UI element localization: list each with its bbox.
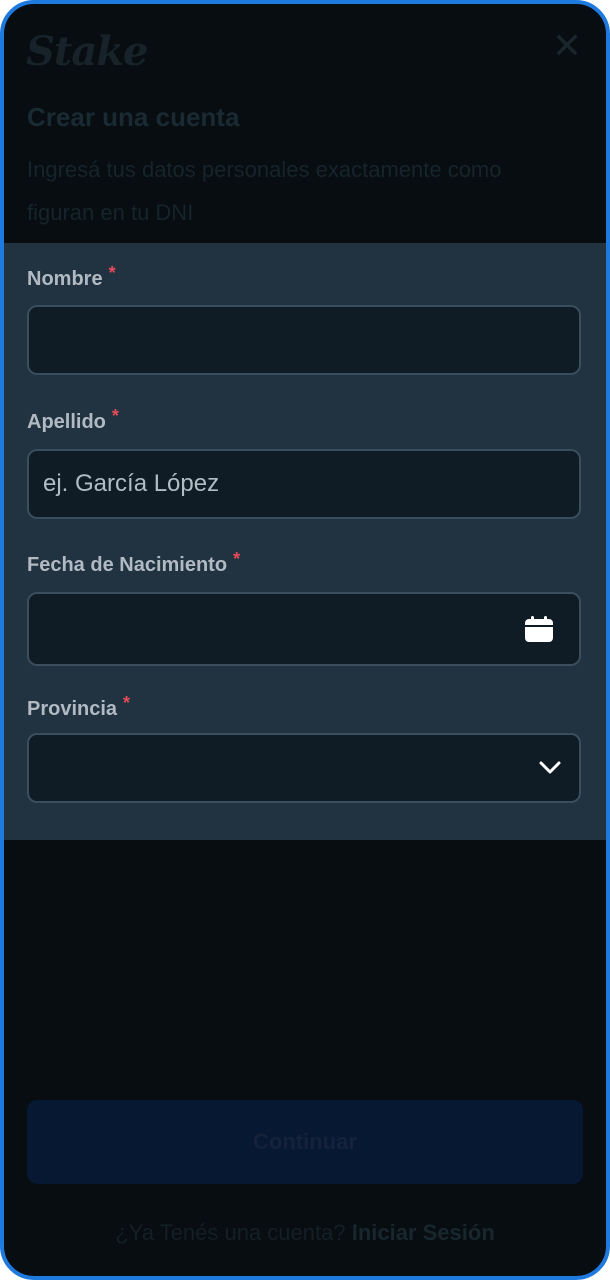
login-link[interactable]: Iniciar Sesión xyxy=(352,1220,495,1245)
login-prompt-text: ¿Ya Tenés una cuenta? xyxy=(115,1220,346,1245)
stake-logo: Stake xyxy=(26,28,148,75)
required-mark: * xyxy=(123,693,131,713)
calendar-icon[interactable] xyxy=(525,616,553,642)
provincia-select[interactable] xyxy=(27,733,581,803)
fecha-nacimiento-input[interactable] xyxy=(27,592,581,666)
nombre-input[interactable] xyxy=(27,305,581,375)
field-label-nombre: Nombre * xyxy=(27,263,116,291)
label-text-nombre: Nombre xyxy=(27,268,103,290)
field-label-provincia: Provincia * xyxy=(27,693,130,721)
app-frame: Stake ✕ Crear una cuenta Ingresá tus dat… xyxy=(0,0,610,1280)
chevron-down-icon[interactable] xyxy=(539,761,561,775)
close-icon[interactable]: ✕ xyxy=(552,26,582,66)
required-mark: * xyxy=(233,549,241,569)
login-prompt: ¿Ya Tenés una cuenta? Iniciar Sesión xyxy=(4,1220,606,1246)
apellido-input[interactable]: ej. García López xyxy=(27,449,581,519)
required-mark: * xyxy=(108,263,116,283)
continue-button[interactable]: Continuar xyxy=(27,1100,583,1184)
apellido-placeholder: ej. García López xyxy=(43,470,220,497)
label-text-fecha: Fecha de Nacimiento xyxy=(27,554,228,576)
required-mark: * xyxy=(111,406,119,426)
field-label-fecha: Fecha de Nacimiento * xyxy=(27,549,240,577)
page-subtitle: Ingresá tus datos personales exactamente… xyxy=(27,157,502,225)
field-label-apellido: Apellido * xyxy=(27,406,119,434)
page-title: Crear una cuenta xyxy=(27,102,240,132)
label-text-provincia: Provincia xyxy=(27,698,118,720)
label-text-apellido: Apellido xyxy=(27,411,106,433)
form-panel: Nombre * Apellido * ej. García López Fecha… xyxy=(4,243,606,840)
